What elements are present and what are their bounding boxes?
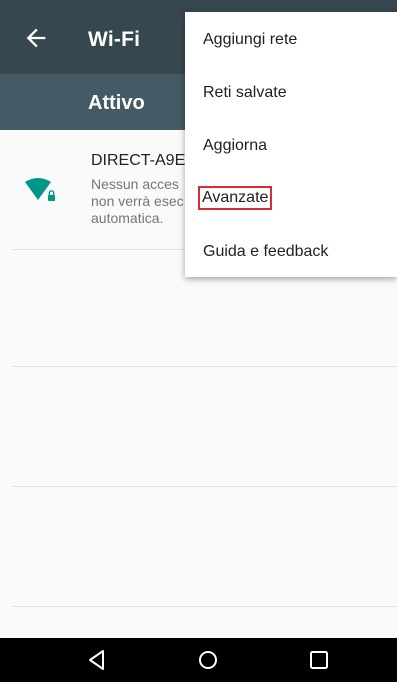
list-divider <box>12 606 397 607</box>
menu-item-refresh[interactable]: Aggiorna <box>203 137 267 155</box>
network-description: Nessun acces non verrà esec automatica. <box>91 176 184 226</box>
menu-item-help-feedback[interactable]: Guida e feedback <box>203 243 328 261</box>
recents-square-icon[interactable] <box>306 647 332 673</box>
wifi-switch-label: Attivo <box>88 92 145 114</box>
arrow-back-icon[interactable] <box>22 24 50 52</box>
list-divider <box>12 366 397 367</box>
back-triangle-icon[interactable] <box>84 647 110 673</box>
list-divider <box>12 486 397 487</box>
menu-item-advanced[interactable]: Avanzate <box>197 186 273 210</box>
menu-item-add-network[interactable]: Aggiungi rete <box>203 31 297 49</box>
overflow-menu: Aggiungi rete Reti salvate Aggiorna Avan… <box>185 12 397 277</box>
system-nav-bar <box>0 638 397 682</box>
network-name: DIRECT-A9E <box>91 152 186 169</box>
wifi-locked-icon <box>25 178 55 201</box>
menu-item-saved-networks[interactable]: Reti salvate <box>203 84 287 102</box>
home-circle-icon[interactable] <box>195 647 221 673</box>
page-title: Wi-Fi <box>88 28 141 51</box>
